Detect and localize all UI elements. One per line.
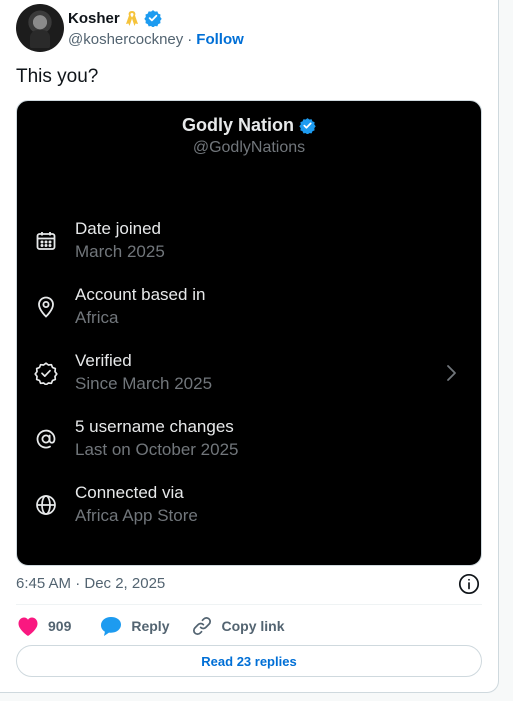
media-profile-name: Godly Nation: [182, 115, 294, 135]
tweet-card: Kosher @koshercockney · Follow This you?…: [0, 0, 499, 693]
calendar-icon: [34, 229, 58, 253]
media-verified-icon: [299, 117, 316, 134]
info-item-verified[interactable]: Verified Since March 2025: [17, 351, 481, 401]
media-profile-name-row: Godly Nation: [17, 115, 481, 136]
reply-button[interactable]: Reply: [99, 615, 169, 637]
ribbon-icon: [124, 9, 140, 27]
like-count: 909: [48, 618, 72, 634]
chevron-right-icon[interactable]: [441, 363, 461, 383]
globe-icon: [34, 493, 58, 517]
author-handle-row: @koshercockney · Follow: [68, 31, 244, 48]
verified-icon: [143, 9, 162, 28]
info-subtitle: March 2025: [75, 242, 165, 261]
info-subtitle: Last on October 2025: [75, 440, 239, 459]
info-title: Verified: [75, 351, 132, 370]
verified-badge-icon: [34, 361, 58, 386]
read-replies-button[interactable]: Read 23 replies: [16, 645, 482, 677]
info-title: 5 username changes: [75, 417, 234, 436]
at-sign-icon: [34, 427, 58, 451]
info-item-connected-via: Connected via Africa App Store: [17, 483, 481, 533]
info-item-account-based-in: Account based in Africa: [17, 285, 481, 335]
info-title: Date joined: [75, 219, 162, 238]
reply-bubble-icon: [101, 617, 122, 636]
like-button[interactable]: 909: [16, 615, 71, 637]
author-avatar[interactable]: [16, 4, 64, 52]
follow-button[interactable]: Follow: [196, 31, 244, 48]
copy-link-button[interactable]: Copy link: [191, 615, 285, 637]
info-title: Connected via: [75, 483, 184, 502]
tweet-media-image[interactable]: Godly Nation @GodlyNations Date joined M…: [16, 100, 482, 566]
author-name-row: Kosher: [68, 8, 162, 28]
link-icon: [193, 617, 212, 635]
media-profile-handle: @GodlyNations: [192, 139, 306, 156]
info-title: Account based in: [75, 285, 206, 304]
tweet-actions: 909 Reply Copy link: [16, 613, 303, 639]
heart-icon: [18, 617, 38, 636]
divider: [16, 604, 482, 605]
tweet-text: This you?: [16, 66, 99, 87]
reply-label: Reply: [131, 618, 170, 634]
author-handle[interactable]: @koshercockney: [68, 31, 183, 48]
info-subtitle: Since March 2025: [75, 374, 213, 393]
info-subtitle: Africa: [75, 308, 119, 327]
handle-separator: ·: [187, 31, 193, 48]
location-pin-icon: [34, 295, 58, 319]
info-circle-icon[interactable]: [458, 573, 480, 595]
tweet-timestamp[interactable]: 6:45 AM · Dec 2, 2025: [16, 575, 165, 592]
copy-link-label: Copy link: [221, 618, 285, 634]
info-subtitle: Africa App Store: [75, 506, 198, 525]
author-display-name[interactable]: Kosher: [68, 10, 120, 27]
info-item-username-changes: 5 username changes Last on October 2025: [17, 417, 481, 467]
info-item-date-joined: Date joined March 2025: [17, 219, 481, 269]
